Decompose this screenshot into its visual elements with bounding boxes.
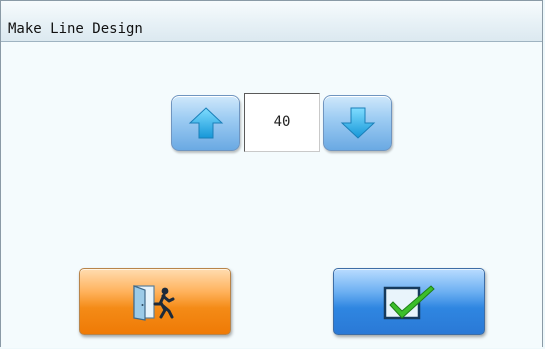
- line-value-field[interactable]: 40: [244, 93, 320, 152]
- arrow-down-icon: [340, 107, 375, 139]
- checkmark-icon: [383, 284, 435, 319]
- exit-door-icon: [133, 284, 175, 321]
- decrease-button[interactable]: [323, 95, 392, 151]
- make-line-design-dialog: Make Line Design 40: [0, 0, 543, 348]
- confirm-button[interactable]: [333, 268, 485, 335]
- window-title: Make Line Design: [8, 21, 143, 37]
- title-bar: Make Line Design: [1, 1, 542, 42]
- exit-button[interactable]: [79, 268, 231, 335]
- dialog-content: 40: [1, 42, 542, 348]
- increase-button[interactable]: [171, 95, 240, 151]
- arrow-up-icon: [188, 107, 223, 139]
